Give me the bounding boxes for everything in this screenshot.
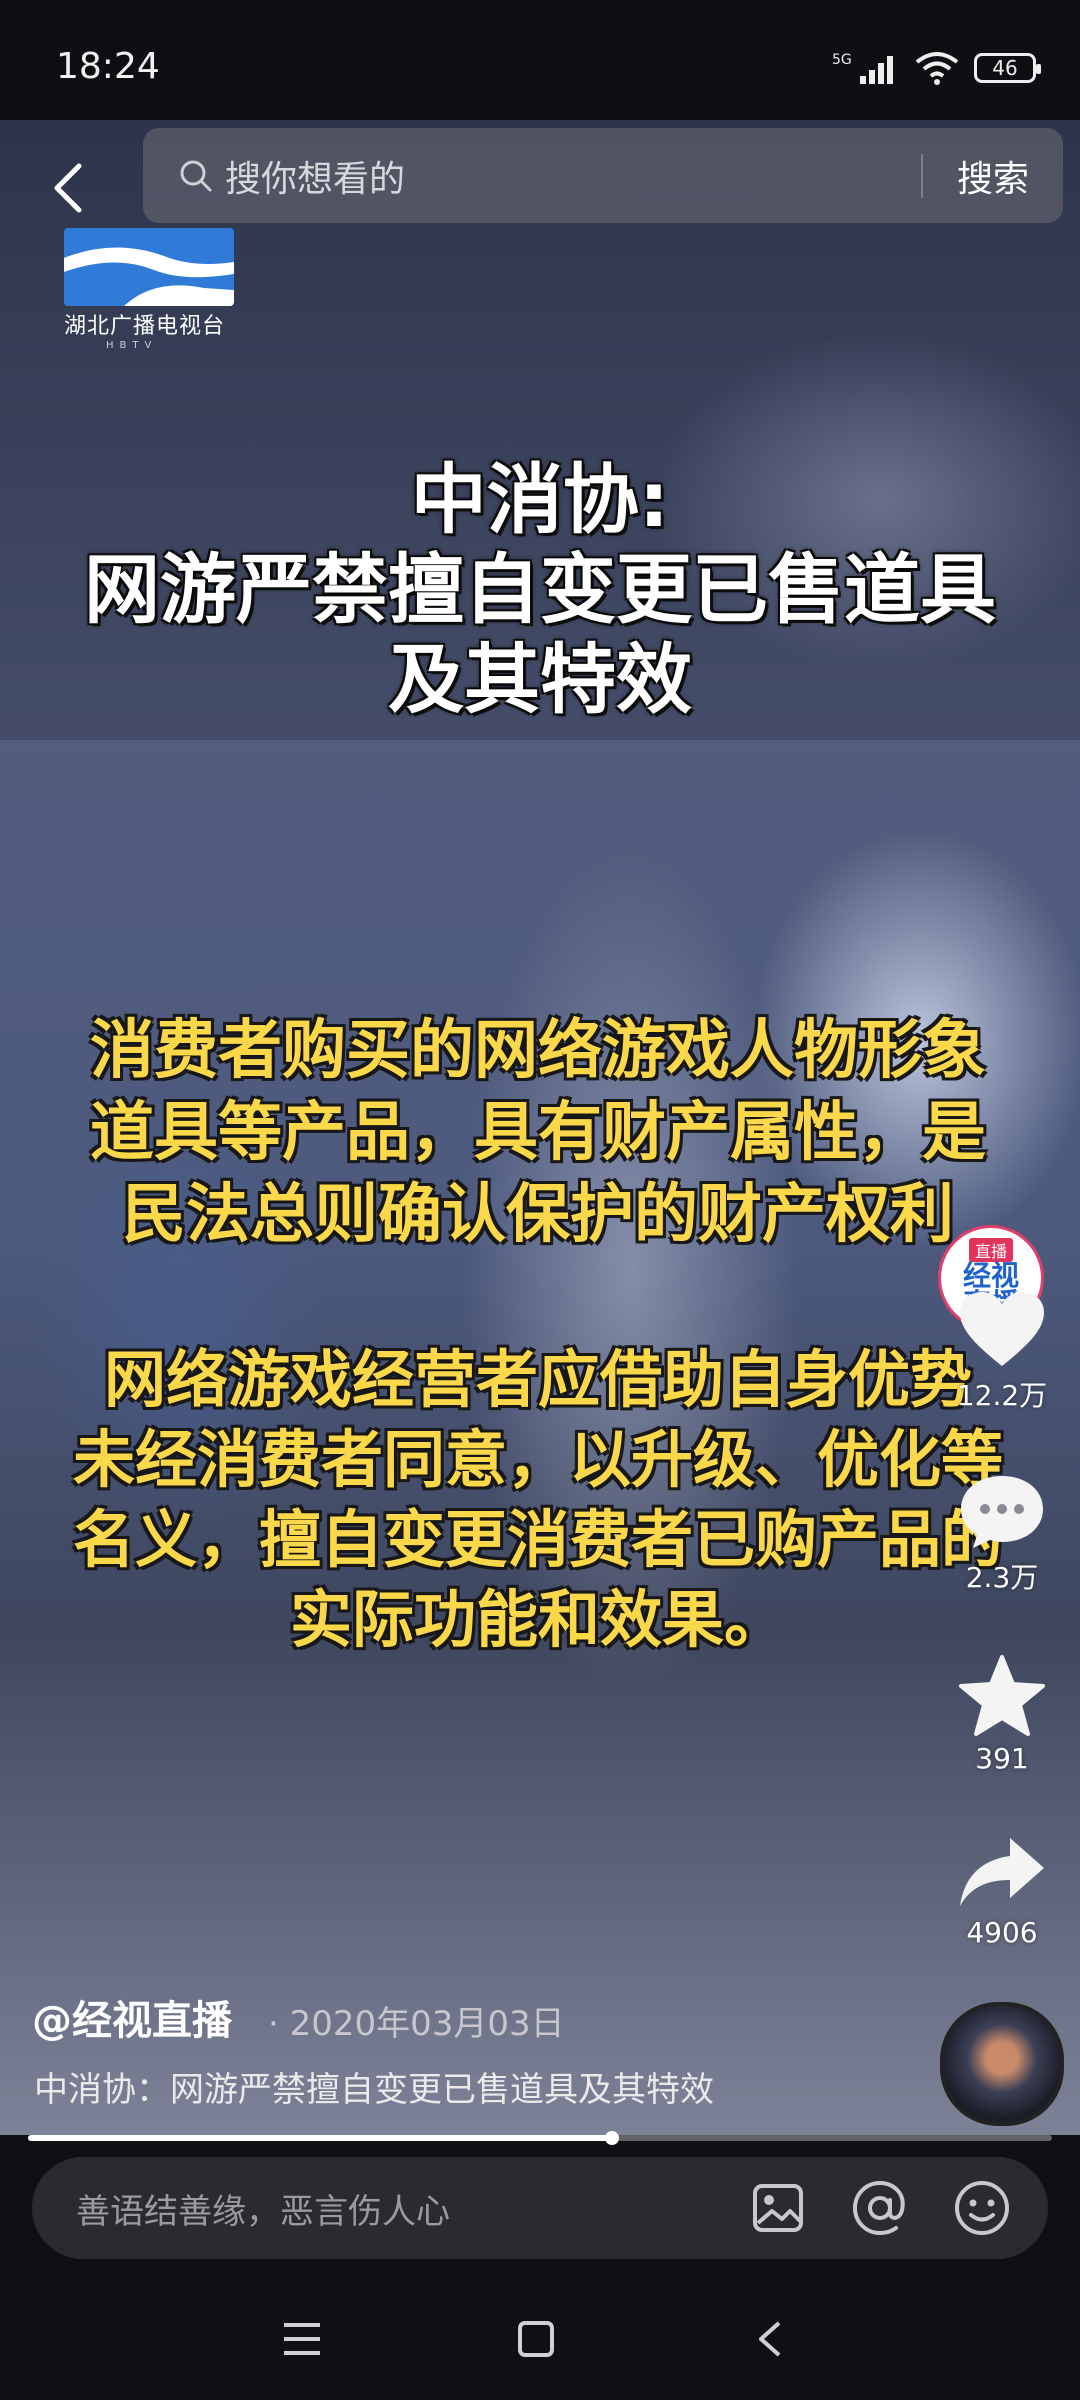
mention-button[interactable]: [844, 2172, 916, 2244]
video-progress-fill: [28, 2135, 612, 2141]
caption-line: 民法总则确认保护的财产权利: [122, 1178, 954, 1252]
share-button[interactable]: 4906: [950, 1832, 1054, 1949]
channel-logo-name: 湖北广播电视台: [64, 314, 226, 339]
post-description: 中消协：网游严禁擅自变更已售道具及其特效: [34, 2070, 714, 2110]
comment-input[interactable]: 善语结善缘，恶言伤人心: [32, 2157, 1048, 2259]
favorite-count: 391: [975, 1742, 1029, 1775]
comment-placeholder[interactable]: 善语结善缘，恶言伤人心: [76, 2184, 742, 2233]
video-player[interactable]: 搜你想看的 搜索 湖北广播电视台 HBTV 中消协: 网游严禁擅自变更已售道具 …: [0, 120, 1080, 2135]
favorite-button[interactable]: 391: [950, 1654, 1054, 1775]
creator-avatar-text: 经视: [962, 1259, 1019, 1292]
image-icon: [753, 2184, 803, 2232]
caption-line: 道具等产品，具有财产属性，是: [90, 1096, 986, 1170]
menu-icon: [284, 2323, 320, 2355]
search-bar[interactable]: 搜你想看的 搜索: [143, 128, 1063, 223]
emoji-button[interactable]: [946, 2172, 1018, 2244]
video-caption-paragraph-2: 网络游戏经营者应借助自身优势 未经消费者同意，以升级、优化等 名义，擅自变更消费…: [8, 1340, 1068, 1660]
back-triangle-icon: [759, 2321, 781, 2357]
caption-line: 名义，擅自变更消费者已购产品的: [72, 1503, 1003, 1576]
image-button[interactable]: [742, 2172, 814, 2244]
comment-bubble-icon: [961, 1476, 1043, 1548]
status-icons: 5G 46: [832, 46, 1041, 90]
search-input[interactable]: 搜你想看的: [225, 150, 921, 202]
nav-home-button[interactable]: [506, 2315, 566, 2363]
video-caption-paragraph-1: 消费者购买的网络游戏人物形象 道具等产品，具有财产属性，是 民法总则确认保护的财…: [8, 1010, 1068, 1256]
svg-text:5G: 5G: [832, 52, 852, 68]
signal-icon: 5G: [832, 52, 893, 84]
caption-line: 消费者购买的网络游戏人物形象: [90, 1014, 986, 1088]
like-button[interactable]: 12.2万: [950, 1290, 1054, 1414]
battery-level: 46: [992, 56, 1018, 80]
comment-count: 2.3万: [965, 1561, 1039, 1594]
home-square-icon: [518, 2321, 554, 2357]
video-progress-bar[interactable]: [28, 2131, 1052, 2145]
post-date: · 2020年03月03日: [268, 2004, 565, 2044]
heart-icon: [960, 1292, 1044, 1366]
emoji-icon: [955, 2181, 1009, 2235]
video-progress-handle[interactable]: [604, 2131, 619, 2145]
music-disc-avatar[interactable]: [940, 2002, 1064, 2126]
wifi-icon: [915, 52, 959, 85]
channel-logo-sub: HBTV: [106, 340, 158, 351]
battery-icon: 46: [974, 53, 1041, 83]
system-nav-bar: [0, 2275, 1080, 2400]
like-count: 12.2万: [956, 1379, 1048, 1412]
share-arrow-icon: [960, 1838, 1044, 1906]
channel-logo-mark: [64, 228, 234, 306]
caption-line: 网络游戏经营者应借助自身优势: [103, 1343, 972, 1416]
share-count: 4906: [966, 1916, 1038, 1949]
nav-menu-button[interactable]: [272, 2315, 332, 2363]
caption-line: 实际功能和效果。: [289, 1583, 786, 1656]
comment-bar: 善语结善缘，恶言伤人心: [0, 2135, 1080, 2275]
at-icon: [852, 2180, 905, 2236]
video-title-line: 及其特效: [388, 635, 692, 724]
post-author[interactable]: @经视直播: [32, 1988, 232, 2046]
chevron-left-icon: [54, 163, 82, 213]
comment-button[interactable]: 2.3万: [950, 1472, 1054, 1596]
caption-line: 未经消费者同意，以升级、优化等: [72, 1423, 1003, 1496]
status-time: 18:24: [56, 46, 160, 87]
channel-logo: 湖北广播电视台 HBTV: [64, 228, 240, 351]
search-button[interactable]: 搜索: [923, 150, 1063, 202]
search-icon: [180, 160, 212, 191]
status-bar: 18:24 5G 46: [0, 0, 1080, 120]
nav-back-button[interactable]: [740, 2315, 800, 2363]
back-button[interactable]: [40, 140, 96, 236]
star-icon: [959, 1655, 1045, 1736]
